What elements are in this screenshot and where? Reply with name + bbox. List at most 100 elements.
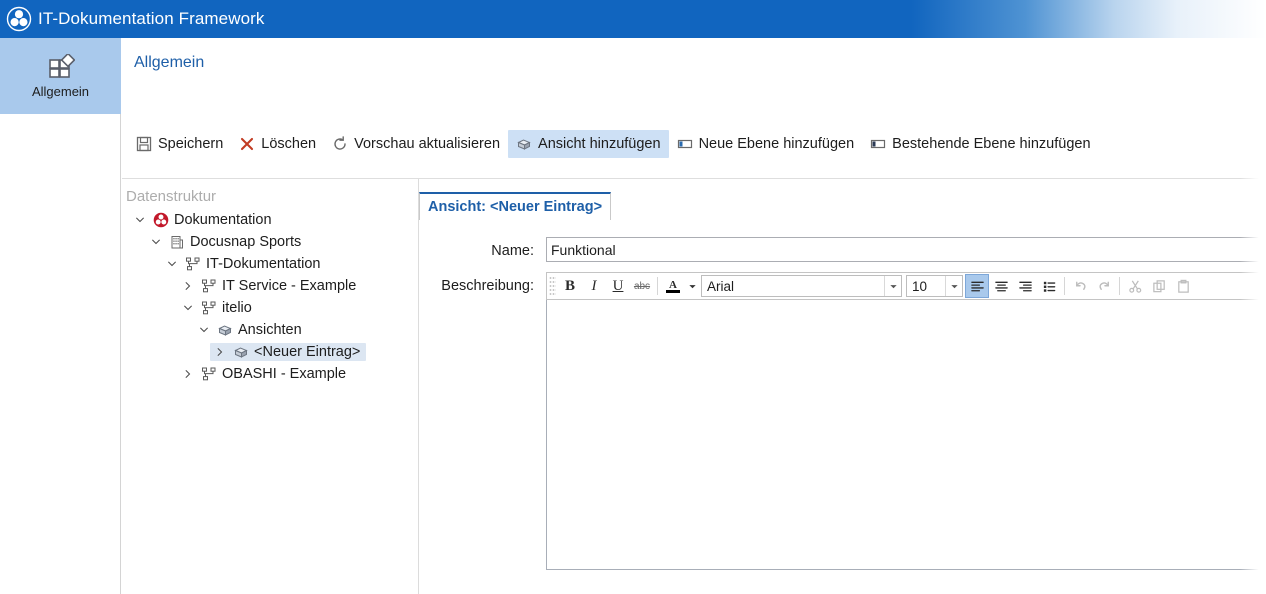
tree-item-label: Docusnap Sports [190,234,302,250]
font-size-value: 10 [912,278,928,294]
view-cube-icon [233,344,249,360]
new-layer-icon [677,136,693,152]
paste-icon[interactable] [1171,274,1195,298]
editor-toolbar: B I U abc A Arial 10 [546,272,1266,300]
name-label: Name: [491,243,534,259]
window-title: IT-Dokumentation Framework [38,9,265,28]
tree-item-dokumentation[interactable]: Dokumentation [122,209,418,231]
bullet-list-icon[interactable] [1037,274,1061,298]
name-input[interactable] [546,237,1266,262]
underline-icon[interactable]: U [606,274,630,298]
delete-x-icon [239,136,255,152]
copy-icon[interactable] [1147,274,1171,298]
bold-icon[interactable]: B [558,274,582,298]
italic-icon[interactable]: I [582,274,606,298]
navigation-rail: Allgemein [0,38,121,594]
strikethrough-icon[interactable]: abc [630,274,654,298]
chevron-down-icon[interactable] [884,276,901,296]
window-titlebar: IT-Dokumentation Framework [0,0,1266,38]
align-left-icon[interactable] [965,274,989,298]
chevron-right-icon[interactable] [180,278,196,294]
add-new-layer-button[interactable]: Neue Ebene hinzufügen [669,130,863,158]
sidebar-item-label: Allgemein [31,83,90,99]
cut-scissors-icon[interactable] [1123,274,1147,298]
chevron-down-icon[interactable] [945,276,962,296]
tree-item-neuer-eintrag[interactable]: <Neuer Eintrag> [122,341,418,363]
structure-tree-icon [185,256,201,272]
tree-item-label: IT Service - Example [222,278,357,294]
align-center-icon[interactable] [989,274,1013,298]
docusnap-logo-icon [6,6,32,32]
font-color-icon[interactable]: A [661,274,685,298]
name-form-row: Name: [419,237,1266,262]
tree-item-ansichten[interactable]: Ansichten [122,319,418,341]
tree-item-itelio[interactable]: itelio [122,297,418,319]
tree-item-label: IT-Dokumentation [206,256,321,272]
tree-item-docusnap-sports[interactable]: Docusnap Sports [122,231,418,253]
chevron-down-icon[interactable] [148,234,164,250]
tab-ansicht[interactable]: Ansicht: <Neuer Eintrag> [419,192,612,220]
tree-item-it-dokumentation[interactable]: IT-Dokumentation [122,253,418,275]
sidebar-item-allgemein[interactable]: Allgemein [0,38,121,114]
tree-view[interactable]: Dokumentation Docusnap Sports IT-Dokumen… [122,209,418,385]
ribbon-button-label: Bestehende Ebene hinzufügen [892,136,1091,152]
font-color-swatch [666,289,680,293]
page-title: Allgemein [134,54,205,71]
ribbon-toolbar: Speichern Löschen Vorschau aktualisieren [128,130,1099,158]
font-color-dropdown-icon[interactable] [685,274,699,298]
toolbar-grip-handle[interactable] [549,276,556,296]
delete-button[interactable]: Löschen [231,130,324,158]
ribbon-button-label: Ansicht hinzufügen [538,136,661,152]
redo-icon[interactable] [1092,274,1116,298]
font-family-select[interactable]: Arial [701,275,902,297]
tree-item-label: OBASHI - Example [222,366,347,382]
tree-header-label: Datenstruktur [126,188,217,205]
toolbar-separator [1064,277,1065,295]
description-label: Beschreibung: [441,278,534,294]
rich-text-editor: B I U abc A Arial 10 [546,272,1266,570]
chevron-down-icon[interactable] [164,256,180,272]
content-area: Allgemein Speichern Löschen Vorschau akt… [122,38,1266,594]
tree-item-label: Ansichten [238,322,302,338]
chevron-right-icon[interactable] [180,366,196,382]
structure-tree-icon [201,300,217,316]
ribbon-button-label: Löschen [261,136,317,152]
save-button[interactable]: Speichern [128,130,231,158]
add-existing-layer-button[interactable]: Bestehende Ebene hinzufügen [862,130,1098,158]
chevron-right-icon[interactable] [212,344,228,360]
tree-item-label: itelio [222,300,252,316]
existing-layer-icon [870,136,886,152]
tree-item-label: <Neuer Eintrag> [254,344,361,360]
structure-tree-icon [201,366,217,382]
chevron-down-icon[interactable] [180,300,196,316]
chevron-down-icon[interactable] [132,212,148,228]
tree-item-it-service-example[interactable]: IT Service - Example [122,275,418,297]
undo-icon[interactable] [1068,274,1092,298]
font-family-value: Arial [707,278,735,294]
tree-item-label: Dokumentation [174,212,272,228]
add-view-button[interactable]: Ansicht hinzufügen [508,130,669,158]
chevron-down-icon[interactable] [196,322,212,338]
refresh-preview-button[interactable]: Vorschau aktualisieren [324,130,508,158]
align-right-icon[interactable] [1013,274,1037,298]
tab-label: Ansicht: <Neuer Eintrag> [428,199,603,215]
view-cube-icon [516,136,532,152]
company-building-icon [169,234,185,250]
refresh-circle-icon [332,136,348,152]
font-size-select[interactable]: 10 [906,275,963,297]
save-floppy-icon [136,136,152,152]
structure-tree-icon [201,278,217,294]
detail-pane: Ansicht: <Neuer Eintrag> Name: Beschreib… [419,179,1266,594]
description-editor-body[interactable] [546,300,1266,570]
tabstrip: Ansicht: <Neuer Eintrag> [419,192,612,220]
view-cube-icon [217,322,233,338]
ribbon-button-label: Vorschau aktualisieren [354,136,501,152]
ribbon-button-label: Neue Ebene hinzufügen [698,136,855,152]
tree-item-obashi-example[interactable]: OBASHI - Example [122,363,418,385]
toolbar-separator [1119,277,1120,295]
ribbon-button-label: Speichern [158,136,224,152]
layout-grid-icon [47,53,75,80]
view-form: Name: Beschreibung: B I U abc A [419,237,1266,580]
description-form-row: Beschreibung: B I U abc A Arial 10 [419,272,1266,570]
data-structure-pane: Datenstruktur Dokumentation Docusnap Spo… [122,179,418,594]
